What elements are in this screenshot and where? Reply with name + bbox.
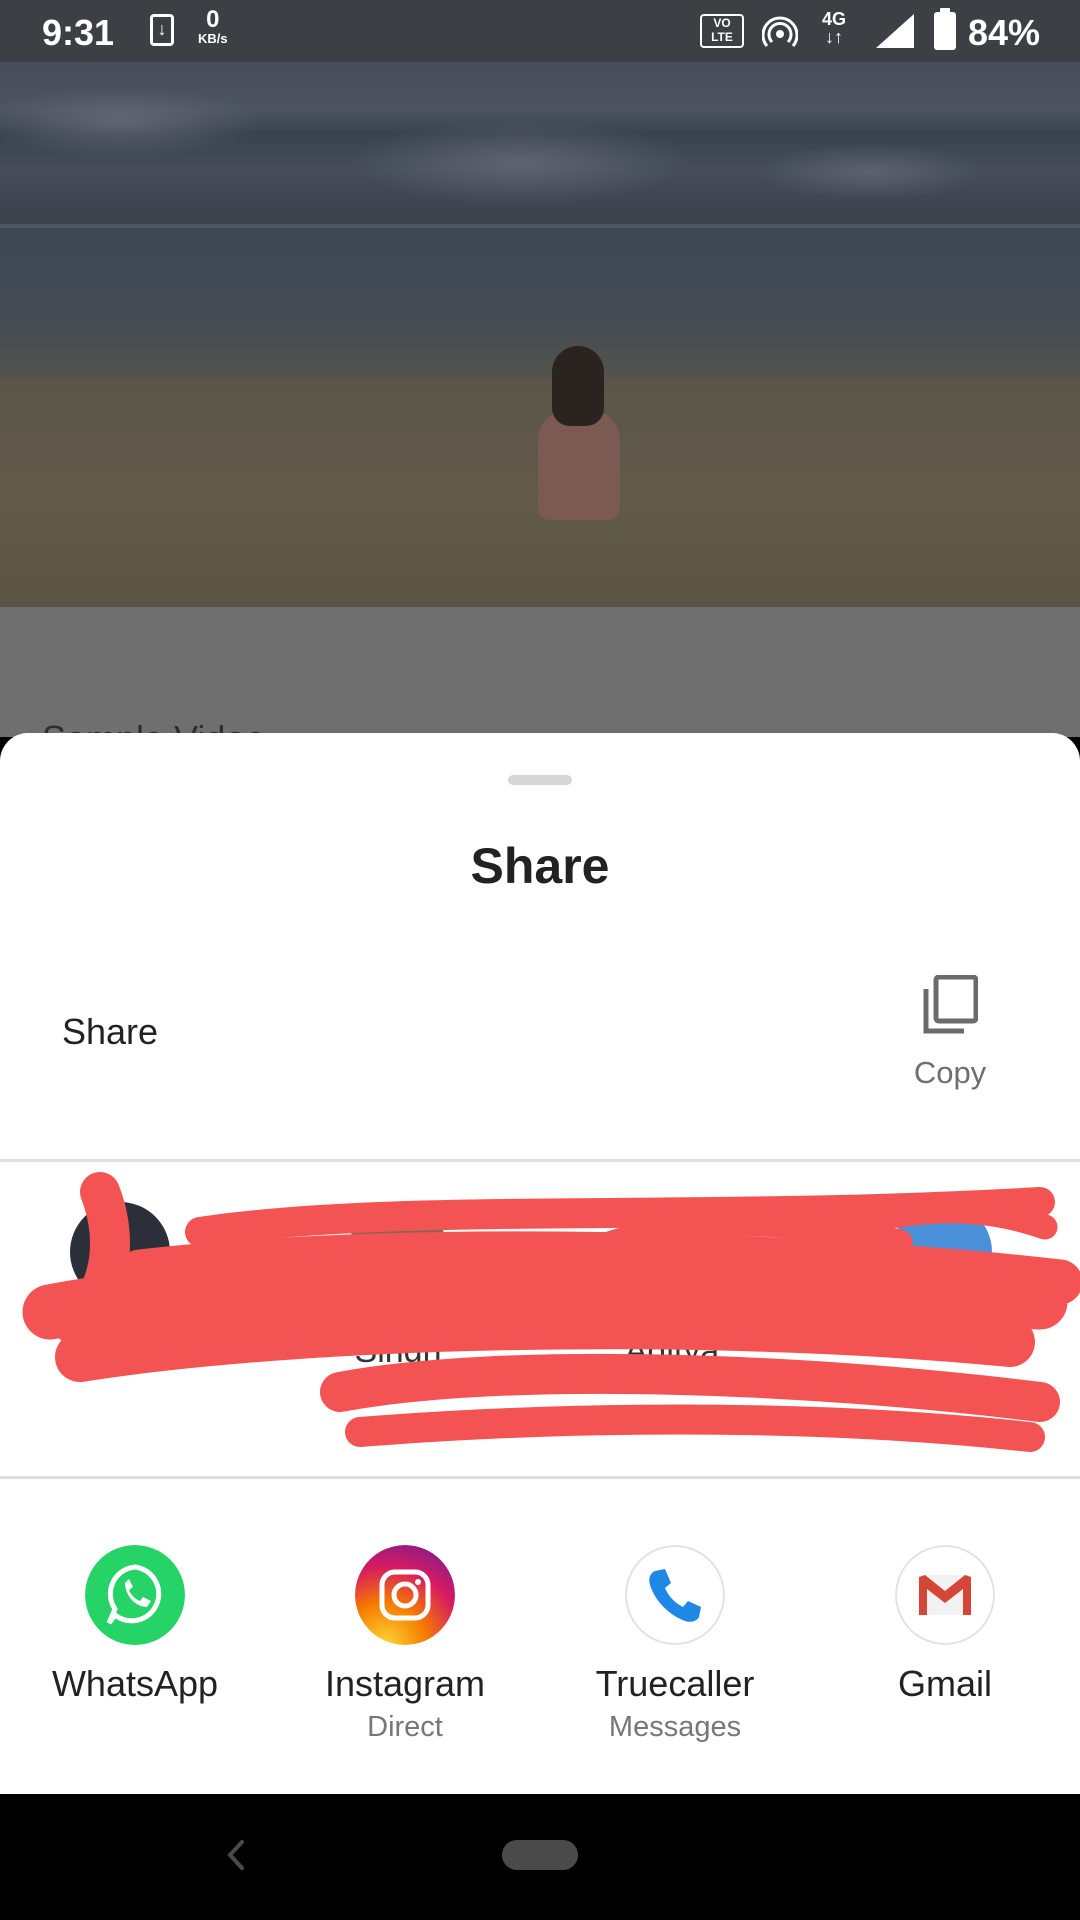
app-subtitle: Messages	[608, 1711, 742, 1743]
copy-label: Copy	[913, 1055, 987, 1090]
status-bar: 9:31 ↓ 0 KB/s VO LTE 4G ↓↑ 84%	[0, 0, 1080, 62]
hotspot-icon	[762, 16, 798, 47]
app-name: Truecaller	[595, 1663, 755, 1704]
redaction-scribble	[22, 1172, 1080, 1452]
back-icon[interactable]	[220, 1830, 250, 1880]
sheet-drag-handle[interactable]	[508, 775, 572, 785]
instagram-icon	[355, 1545, 455, 1645]
app-subtitle: Direct	[367, 1711, 443, 1743]
gmail-icon	[895, 1545, 995, 1645]
network-speed-unit: KB/s	[198, 31, 228, 46]
download-icon: ↓	[150, 14, 174, 46]
app-target-instagram[interactable]: Instagram Direct	[270, 1545, 540, 1785]
network-type-label: 4G	[822, 9, 847, 29]
truecaller-icon	[625, 1545, 725, 1645]
direct-share-contacts: S Singh Aditya	[0, 1162, 1080, 1476]
app-target-truecaller[interactable]: Truecaller Messages	[540, 1545, 810, 1785]
share-sheet: Share Share Copy S Singh Aditya WhatsApp…	[0, 733, 1080, 1794]
home-pill[interactable]	[502, 1840, 578, 1870]
shared-content-label: Share	[62, 1011, 159, 1052]
person-figure	[538, 410, 620, 520]
app-target-whatsapp[interactable]: WhatsApp	[0, 1545, 270, 1785]
sea	[0, 228, 1080, 378]
app-target-gmail[interactable]: Gmail	[810, 1545, 1080, 1785]
battery-icon	[934, 8, 956, 50]
navigation-bar	[0, 1794, 1080, 1920]
app-name: Instagram	[324, 1663, 486, 1704]
sky-clouds	[0, 62, 1080, 222]
copy-button[interactable]: Copy	[890, 973, 1010, 1093]
network-speed: 0 KB/s	[198, 6, 228, 46]
video-thumbnail	[0, 0, 1080, 607]
app-name: Gmail	[897, 1663, 992, 1704]
network-type-icon: 4G ↓↑	[822, 9, 847, 47]
app-name: WhatsApp	[51, 1663, 219, 1704]
network-speed-value: 0	[206, 6, 220, 33]
sheet-title: Share	[470, 838, 610, 894]
volte-icon: VO LTE	[700, 14, 744, 48]
person-hair	[552, 346, 604, 426]
whatsapp-icon	[85, 1545, 185, 1645]
status-time: 9:31	[42, 12, 115, 53]
copy-icon	[923, 975, 978, 1034]
battery-percent: 84%	[968, 12, 1041, 53]
signal-icon	[876, 14, 914, 48]
app-share-targets: WhatsApp Instagram Direct Truecaller Mes…	[0, 1479, 1080, 1794]
